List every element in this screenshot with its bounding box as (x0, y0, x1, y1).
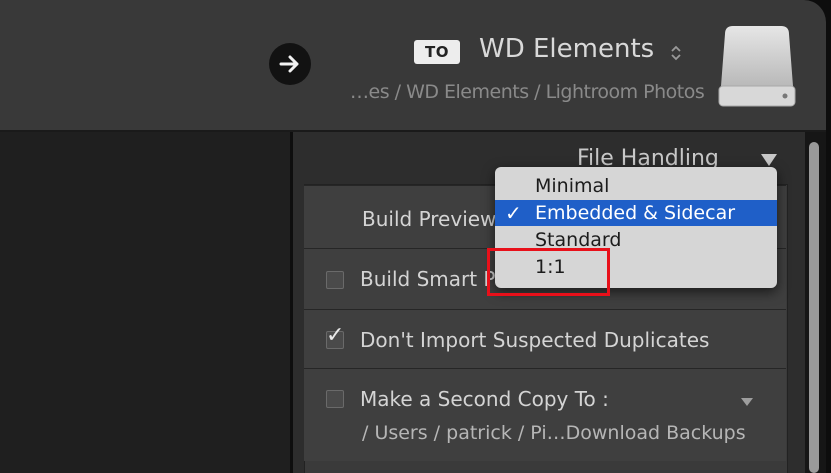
second-copy-checkbox[interactable] (326, 390, 344, 408)
hard-drive-icon (717, 26, 797, 108)
arrow-right-icon[interactable] (269, 43, 311, 85)
scrollbar[interactable] (805, 132, 826, 473)
destination-path: …es / WD Elements / Lightroom Photos (350, 81, 705, 103)
menu-item-minimal[interactable]: Minimal (495, 173, 777, 199)
build-smart-previews-checkbox[interactable] (326, 271, 344, 289)
checkmark-icon: ✓ (505, 201, 522, 225)
updown-chevron-icon[interactable] (670, 44, 682, 62)
to-badge: TO (414, 40, 460, 64)
second-copy-row: Make a Second Copy To : / Users / patric… (304, 368, 786, 461)
destination-name[interactable]: WD Elements (479, 34, 654, 64)
menu-item-embedded-sidecar[interactable]: ✓ Embedded & Sidecar (495, 200, 777, 226)
checkmark-icon: ✓ (326, 323, 345, 348)
second-copy-path[interactable]: / Users / patrick / Pi…Download Backups (362, 422, 746, 444)
destination-header: TO WD Elements …es / WD Elements / Light… (0, 0, 826, 130)
scrollbar-thumb[interactable] (809, 142, 819, 473)
highlight-annotation (487, 248, 610, 296)
triangle-down-icon[interactable] (760, 152, 778, 166)
build-previews-label[interactable]: Build Previews (362, 207, 507, 231)
left-panel (0, 132, 290, 473)
import-window: TO WD Elements …es / WD Elements / Light… (0, 0, 826, 473)
dont-import-duplicates-row: ✓ Don't Import Suspected Duplicates (304, 309, 786, 368)
second-copy-label[interactable]: Make a Second Copy To : (360, 387, 609, 411)
chevron-down-icon[interactable] (740, 392, 754, 406)
dont-import-duplicates-label[interactable]: Don't Import Suspected Duplicates (360, 328, 709, 352)
